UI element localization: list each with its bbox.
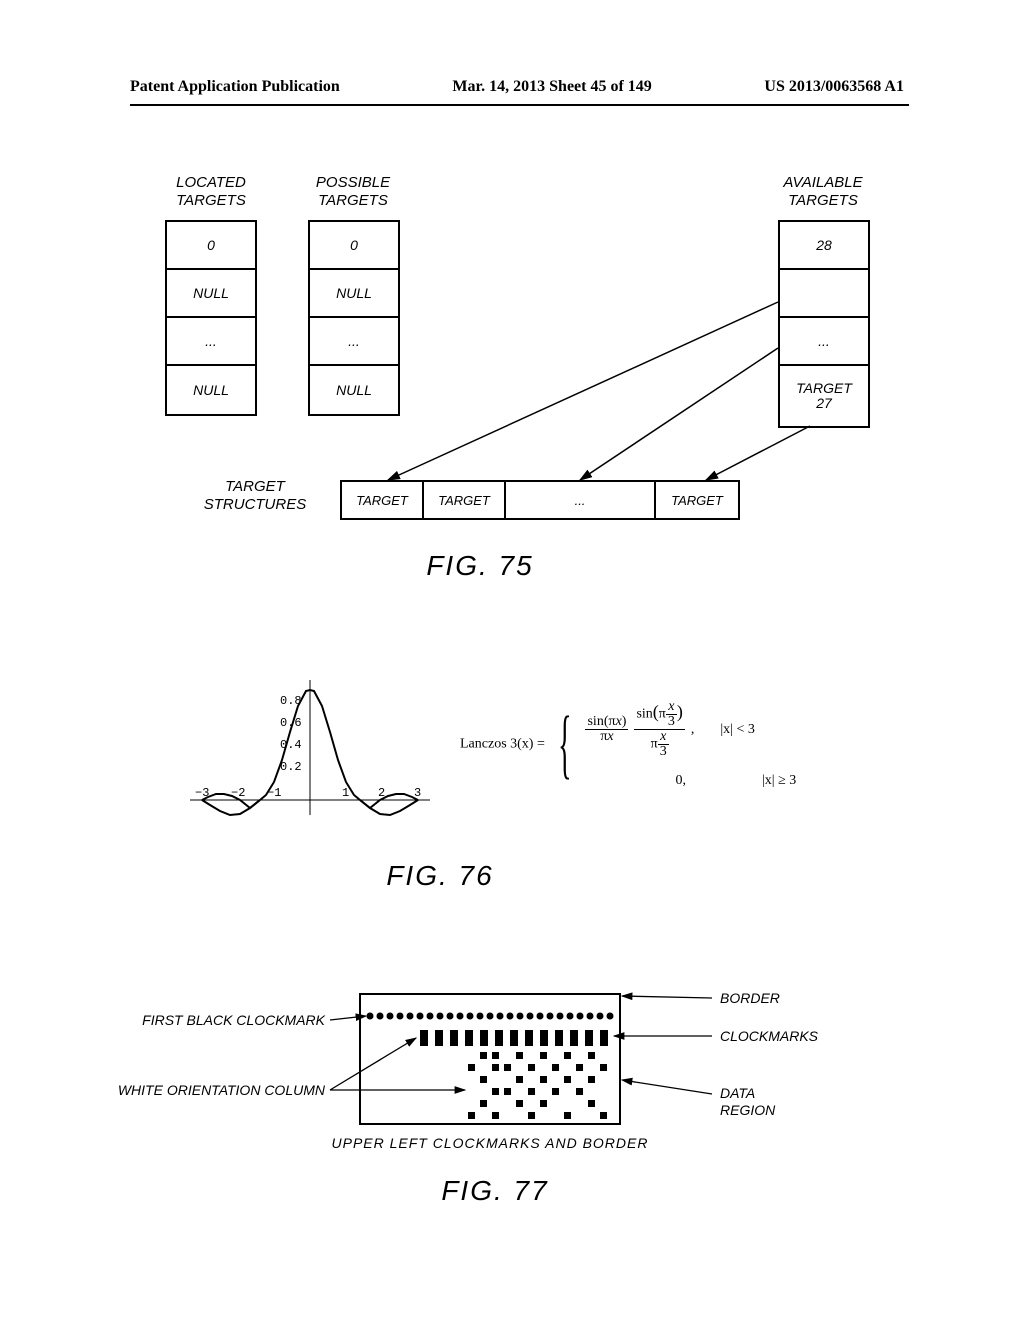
- figure-76: 0.8 0.6 0.4 0.2 −3 −2 −1 1 2 3 Lanczos 3…: [180, 670, 860, 900]
- possible-cell: 0: [310, 222, 398, 270]
- located-cell: 0: [167, 222, 255, 270]
- header-right: US 2013/0063568 A1: [764, 78, 904, 96]
- available-cell: TARGET27: [780, 366, 868, 426]
- cond2: |x| ≥ 3: [692, 773, 796, 789]
- header-left: Patent Application Publication: [130, 78, 340, 96]
- xtick: 2: [378, 786, 385, 800]
- cond1: |x| < 3: [700, 722, 755, 738]
- fig77-graphic: [130, 990, 890, 1150]
- located-targets-column: 0 NULL ... NULL: [165, 220, 257, 416]
- target-row-cell: TARGET: [656, 482, 738, 518]
- located-cell: ...: [167, 318, 255, 366]
- fig75-caption: FIG. 75: [380, 550, 580, 582]
- label-target-structures: TARGETSTRUCTURES: [195, 478, 315, 514]
- label-possible-targets: POSSIBLETARGETS: [298, 174, 408, 210]
- xtick: 1: [342, 786, 349, 800]
- page-header: Patent Application Publication Mar. 14, …: [0, 78, 1024, 96]
- located-cell: NULL: [167, 270, 255, 318]
- header-rule: [130, 104, 909, 106]
- brace-icon: {: [558, 714, 571, 776]
- available-cell: 28: [780, 222, 868, 270]
- available-cell: [780, 270, 868, 318]
- target-structures-row: TARGET TARGET ... TARGET: [340, 480, 740, 520]
- header-center: Mar. 14, 2013 Sheet 45 of 149: [452, 78, 651, 96]
- lanczos-formula: Lanczos 3(x) = { sin(πx)πx sin(πx3) πx3 …: [460, 700, 860, 789]
- figure-77: FIRST BLACK CLOCKMARK WHITE ORIENTATION …: [130, 990, 890, 1230]
- target-row-cell: ...: [506, 482, 656, 518]
- xtick: −1: [267, 786, 281, 800]
- xtick: −3: [195, 786, 209, 800]
- possible-targets-column: 0 NULL ... NULL: [308, 220, 400, 416]
- possible-cell: NULL: [310, 366, 398, 414]
- label-located-targets: LOCATEDTARGETS: [156, 174, 266, 210]
- ytick: 0.2: [280, 760, 302, 774]
- xtick: −2: [231, 786, 245, 800]
- formula-name: Lanczos 3(x) =: [460, 737, 545, 752]
- ytick: 0.6: [280, 716, 302, 730]
- possible-cell: ...: [310, 318, 398, 366]
- available-cell: ...: [780, 318, 868, 366]
- fig77-subtitle: UPPER LEFT CLOCKMARKS AND BORDER: [310, 1135, 670, 1151]
- possible-cell: NULL: [310, 270, 398, 318]
- available-targets-column: 28 ... TARGET27: [778, 220, 870, 428]
- target-row-cell: TARGET: [342, 482, 424, 518]
- zero-val: 0,: [675, 773, 686, 789]
- ytick: 0.8: [280, 694, 302, 708]
- label-available-targets: AVAILABLETARGETS: [768, 174, 878, 210]
- figure-75: LOCATEDTARGETS POSSIBLETARGETS AVAILABLE…: [150, 180, 875, 580]
- target-row-cell: TARGET: [424, 482, 506, 518]
- ytick: 0.4: [280, 738, 302, 752]
- xtick: 3: [414, 786, 421, 800]
- lanczos-plot: [180, 670, 440, 830]
- fig77-caption: FIG. 77: [395, 1175, 595, 1207]
- fig76-caption: FIG. 76: [340, 860, 540, 892]
- located-cell: NULL: [167, 366, 255, 414]
